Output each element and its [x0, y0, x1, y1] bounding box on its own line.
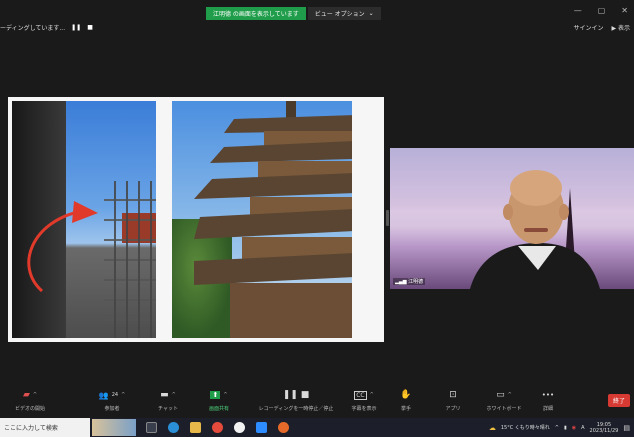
share-screen-label: 画面共有 — [208, 406, 229, 412]
screen-share-banner: 江明德 の画面を表示しています ビュー オプション ⌄ — [206, 7, 381, 20]
pagoda-illustration — [194, 101, 352, 338]
participants-count: 24 — [111, 392, 119, 398]
app-icon[interactable] — [278, 422, 289, 433]
raise-hand-icon: ✋ — [400, 390, 412, 400]
close-button[interactable]: ✕ — [621, 6, 628, 15]
speaker-name: 江明德 — [408, 279, 424, 285]
speaker-video[interactable]: ▂▄▆ 江明德 — [390, 148, 634, 289]
network-icon[interactable]: ▮ — [564, 425, 567, 431]
signal-icon: ▂▄▆ — [395, 279, 409, 285]
scaffold-photo — [12, 101, 156, 338]
taskbar-apps — [146, 422, 289, 433]
participants-icon: 👥 — [98, 390, 109, 400]
speaker-name-tag: ▂▄▆ 江明德 — [393, 278, 426, 285]
clock-date: 2023/11/29 — [589, 427, 619, 434]
meeting-toolbar: ▰ ^ ビデオの開始 👥 24 ^ 参加者 ▬ ^ チャット ⬆ ^ 画面共有 ❚❚ ■ … — [0, 388, 634, 418]
edge-icon[interactable] — [168, 422, 179, 433]
view-options-label: ビュー オプション — [314, 11, 365, 18]
apps-label: アプリ — [445, 406, 461, 412]
weather-icon: ☁ — [488, 423, 496, 432]
notification-icon[interactable]: ▤ — [623, 424, 630, 432]
split-view-handle[interactable] — [386, 210, 389, 226]
pause-stop-icon: ❚❚ ■ — [282, 390, 310, 400]
chrome-icon[interactable] — [212, 422, 223, 433]
captions-label: 字幕を表示 — [351, 406, 377, 412]
pause-recording-button[interactable]: ❚❚ — [71, 24, 81, 31]
pause-stop-recording-label: レコーディングを一時停止／停止 — [258, 406, 334, 412]
file-explorer-icon[interactable] — [190, 422, 201, 433]
captions-icon: CC — [354, 390, 367, 400]
share-caret[interactable]: ^ — [223, 392, 227, 398]
start-video-label: ビデオの開始 — [14, 406, 45, 412]
ime-icon[interactable]: A — [581, 425, 584, 431]
window-controls: — ▢ ✕ — [574, 6, 628, 15]
recording-status: ーディングしています... ❚❚ ■ — [0, 23, 93, 32]
minimize-button[interactable]: — — [574, 6, 582, 15]
stop-recording-button[interactable]: ■ — [87, 24, 93, 31]
signin-button[interactable]: サインイン — [573, 23, 603, 32]
video-options-caret[interactable]: ^ — [33, 392, 37, 398]
view-options-button[interactable]: ビュー オプション ⌄ — [307, 7, 381, 20]
start-video-button[interactable]: ▰ ^ ビデオの開始 — [0, 388, 60, 412]
zoom-icon[interactable] — [256, 422, 267, 433]
more-icon: ••• — [541, 391, 555, 399]
participants-label: 参加者 — [104, 406, 120, 412]
system-tray: ☁ 15°C くもり時々晴れ ^ ▮ ◉ A 19:05 2023/11/29 … — [489, 418, 630, 437]
chat-caret[interactable]: ^ — [172, 392, 176, 398]
participants-button[interactable]: 👥 24 ^ 参加者 — [82, 388, 142, 413]
chat-icon: ▬ — [160, 390, 169, 400]
recording-status-text: ーディングしています... — [0, 25, 66, 32]
whiteboard-icon: ▭ — [496, 390, 505, 400]
whiteboard-label: ホワイトボード — [486, 406, 522, 412]
whiteboard-caret[interactable]: ^ — [508, 392, 512, 398]
red-arrow-annotation — [27, 201, 98, 293]
video-off-icon: ▰ — [22, 390, 30, 400]
raise-hand-label: 挙手 — [400, 406, 411, 412]
task-view-icon[interactable] — [146, 422, 157, 433]
participants-caret[interactable]: ^ — [121, 392, 125, 398]
share-screen-icon: ⬆ — [210, 391, 221, 399]
windows-taskbar: ここに入力して検索 ☁ 15°C くもり時々晴れ ^ ▮ ◉ A 19:05 2… — [0, 418, 634, 437]
more-button[interactable]: ••• 詳細 — [518, 388, 578, 412]
share-screen-button[interactable]: ⬆ ^ 画面共有 — [189, 388, 249, 412]
sharing-indicator: 江明德 の画面を表示しています — [206, 7, 306, 20]
more-label: 詳細 — [542, 406, 553, 412]
media-player-icon[interactable] — [234, 422, 245, 433]
pause-stop-recording-button[interactable]: ❚❚ ■ レコーディングを一時停止／停止 — [259, 388, 334, 412]
search-highlight-image — [92, 419, 136, 436]
pagoda-photo — [172, 101, 352, 338]
volume-icon[interactable]: ◉ — [572, 425, 576, 431]
apps-icon: ⊡ — [449, 390, 457, 400]
shared-screen — [8, 97, 384, 342]
speaker-figure — [470, 170, 600, 289]
chevron-down-icon: ⌄ — [368, 10, 374, 17]
maximize-button[interactable]: ▢ — [598, 6, 606, 15]
end-meeting-button[interactable]: 終了 — [608, 394, 630, 407]
taskbar-search-box[interactable]: ここに入力して検索 — [0, 418, 90, 437]
chat-label: チャット — [158, 406, 178, 412]
taskbar-clock[interactable]: 19:05 2023/11/29 — [590, 422, 619, 434]
top-right-controls: サインイン ▶ 表示 — [573, 23, 630, 32]
tray-chevron-icon[interactable]: ^ — [555, 425, 559, 431]
display-button[interactable]: ▶ 表示 — [611, 23, 630, 32]
weather-text[interactable]: 15°C くもり時々晴れ — [501, 424, 550, 431]
captions-caret[interactable]: ^ — [370, 392, 374, 398]
